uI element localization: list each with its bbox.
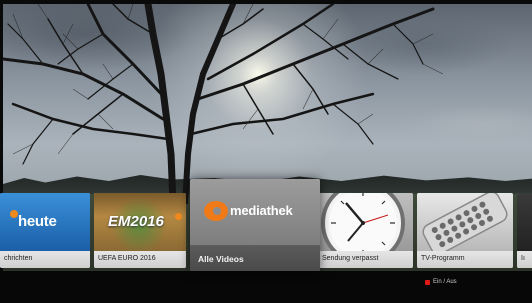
- tile-label: chrichten: [0, 251, 90, 268]
- tile-more[interactable]: Iı: [517, 193, 532, 268]
- tile-thumbnail: [318, 193, 413, 265]
- tile-alle-videos[interactable]: mediathek Alle Videos: [190, 179, 320, 271]
- tile-label: TV-Programm: [417, 251, 513, 268]
- more-tile-icon: [517, 193, 532, 251]
- clock-icon: [321, 193, 405, 265]
- tile-label: Sendung verpasst: [318, 251, 413, 268]
- red-button-icon: [425, 279, 430, 285]
- tile-thumbnail: heute: [0, 193, 90, 251]
- footer-bar: Ein / Aus: [0, 271, 532, 303]
- tile-nachrichten[interactable]: heute chrichten: [0, 193, 90, 268]
- on-off-label: Ein / Aus: [433, 279, 457, 285]
- tv-screen: heute chrichten EM2016 UEFA EURO 2016 Se…: [0, 0, 532, 303]
- tile-thumbnail: mediathek: [190, 179, 320, 245]
- tile-label: UEFA EURO 2016: [94, 251, 186, 268]
- tile-tv-programm[interactable]: TV-Programm: [417, 193, 513, 268]
- em2016-logo-text: EM2016: [108, 213, 164, 230]
- zdf-mediathek-logo-icon: [204, 201, 228, 221]
- tile-label: Alle Videos: [190, 245, 320, 271]
- on-off-toggle[interactable]: Ein / Aus: [425, 279, 457, 285]
- zdf-dot-icon: [175, 213, 182, 220]
- remote-control-icon: [422, 193, 508, 255]
- tree-illustration: [3, 4, 444, 204]
- heute-logo-text: heute: [18, 213, 57, 230]
- heute-logo-icon: [10, 210, 18, 218]
- menu-carousel: heute chrichten EM2016 UEFA EURO 2016 Se…: [0, 179, 532, 271]
- tile-uefa-euro-2016[interactable]: EM2016 UEFA EURO 2016: [94, 193, 186, 268]
- tile-thumbnail: [417, 193, 513, 255]
- mediathek-logo-text: mediathek: [230, 203, 293, 218]
- tile-thumbnail: EM2016: [94, 193, 186, 251]
- tile-sendung-verpasst[interactable]: Sendung verpasst: [318, 193, 413, 268]
- tile-label: Iı: [517, 251, 532, 268]
